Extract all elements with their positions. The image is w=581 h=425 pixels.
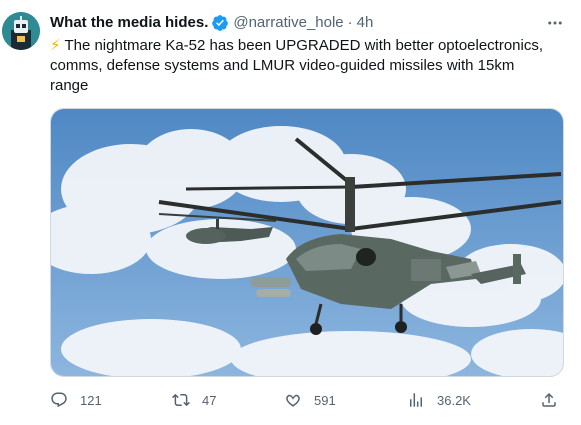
tweet-text: ⚡ The nightmare Ka-52 has been UPGRADED …	[50, 36, 550, 96]
reply-count: 121	[80, 392, 102, 408]
tweet-actions: 121 47 591 36.2K	[50, 388, 564, 412]
heart-icon	[286, 394, 300, 407]
timestamp[interactable]: 4h	[357, 13, 374, 33]
avatar[interactable]	[2, 12, 40, 50]
retweet-button[interactable]: 47	[172, 388, 216, 412]
reply-button[interactable]: 121	[50, 388, 102, 412]
share-upload-icon	[542, 392, 556, 407]
tweet-body: The nightmare Ka-52 has been UPGRADED wi…	[50, 37, 544, 94]
like-count: 591	[314, 392, 336, 408]
like-button[interactable]: 591	[284, 388, 336, 412]
share-button[interactable]	[540, 388, 558, 412]
display-name[interactable]: What the media hides.	[50, 13, 208, 33]
analytics-bar-icon	[410, 393, 422, 407]
more-horizontal-icon	[548, 21, 562, 25]
tweet-media-image[interactable]	[50, 108, 564, 377]
tweet-card[interactable]: What the media hides. @narrative_hole · …	[0, 0, 581, 425]
reply-icon	[51, 392, 67, 408]
lightning-emoji-icon: ⚡	[50, 37, 61, 54]
views-button[interactable]: 36.2K	[407, 388, 471, 412]
more-options-button[interactable]	[544, 13, 566, 33]
handle[interactable]: @narrative_hole	[233, 13, 343, 33]
tweet-header: What the media hides. @narrative_hole · …	[50, 13, 373, 33]
helicopter-photo	[51, 109, 563, 376]
views-count: 36.2K	[437, 392, 471, 408]
verified-badge-icon	[212, 15, 229, 31]
separator-dot: ·	[347, 14, 353, 31]
retweet-count: 47	[202, 392, 217, 408]
retweet-icon	[172, 393, 190, 407]
avatar-robot-icon	[2, 12, 40, 50]
